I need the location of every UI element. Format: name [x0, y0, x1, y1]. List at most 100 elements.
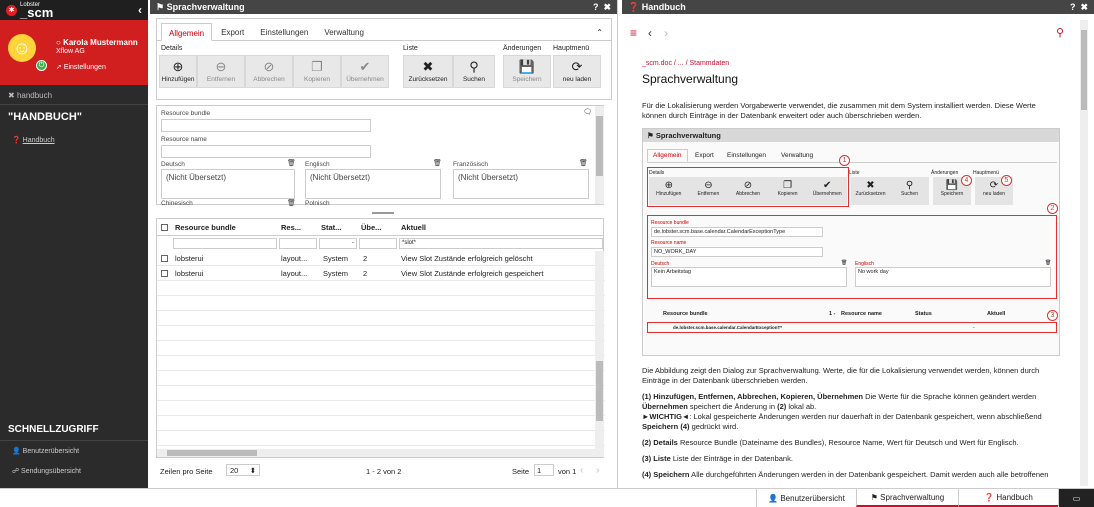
panel-title: Sprachverwaltung: [166, 1, 245, 12]
back-icon[interactable]: ‹: [648, 26, 652, 40]
filter-status[interactable]: -: [319, 238, 357, 249]
remove-button[interactable]: ⊖ Entfernen: [197, 55, 245, 88]
add-button[interactable]: ⊕ Hinzufügen: [159, 55, 197, 88]
resource-name-input[interactable]: [161, 145, 371, 158]
trash-icon[interactable]: 🗑: [579, 159, 588, 167]
flag-icon: ⚑: [647, 131, 656, 140]
polnisch-label: Polnisch: [305, 200, 330, 207]
chinesisch-label: Chinesisch: [161, 200, 193, 207]
form-scrollbar[interactable]: [595, 106, 604, 204]
englisch-textarea[interactable]: (Nicht Übersetzt): [305, 169, 441, 199]
filter-aktuell[interactable]: *slot*: [399, 238, 603, 249]
col-status[interactable]: Stat...: [321, 223, 341, 232]
table-row[interactable]: lobsterui layout... System 2 View Slot Z…: [157, 266, 605, 281]
deutsch-label: Deutsch: [161, 161, 185, 168]
desktop-icon[interactable]: ▭: [1058, 489, 1094, 507]
quick-item-sendung[interactable]: ☍ Sendungsübersicht: [12, 467, 81, 475]
page-input[interactable]: 1: [534, 464, 554, 476]
settings-link[interactable]: ➚ Einstellungen: [56, 63, 106, 71]
row-checkbox[interactable]: [161, 255, 168, 262]
rows-per-page-select[interactable]: 20 ⬍: [226, 464, 260, 476]
taskbar-tab-benutzer[interactable]: 👤 Benutzerübersicht: [756, 489, 856, 507]
help-icon[interactable]: ?: [593, 2, 599, 12]
sidebar-item-handbuch[interactable]: ❓ Handbuch: [12, 136, 55, 144]
panel-title: Handbuch: [641, 1, 686, 12]
row-range: 1 - 2 von 2: [366, 467, 402, 476]
filter-resource-name[interactable]: [279, 238, 317, 249]
close-icon[interactable]: ✖: [603, 2, 611, 12]
grid-scrollbar[interactable]: [595, 251, 604, 457]
avatar[interactable]: ☺: [8, 34, 36, 62]
grid-header: Resource bundle Res... Stat... Übe... Ak…: [157, 219, 603, 236]
tab-allgemein[interactable]: Allgemein: [161, 23, 213, 41]
splitter-handle[interactable]: [372, 212, 394, 214]
select-all-checkbox[interactable]: [161, 224, 168, 231]
tab-einstellungen[interactable]: Einstellungen: [253, 23, 315, 40]
arrow-right-icon: ➚: [56, 64, 64, 71]
plus-circle-icon: ⊕: [172, 59, 184, 74]
grid-hscrollbar[interactable]: [157, 449, 595, 457]
tab-export[interactable]: Export: [214, 23, 251, 40]
save-button[interactable]: 💾 Speichern: [503, 55, 551, 88]
pager: Zeilen pro Seite 20 ⬍ 1 - 2 von 2 Seite 1…: [156, 463, 604, 479]
help-icon: ❓: [12, 137, 23, 144]
sidebar-search[interactable]: ✖ handbuch: [8, 91, 52, 100]
binoculars-icon: ⚲: [469, 59, 479, 74]
marker-3: 3: [1047, 310, 1058, 321]
fig-grid-header: Resource bundle 1 - Resource name Status…: [663, 311, 1006, 317]
col-uebersetzt[interactable]: Übe...: [361, 223, 381, 232]
quick-access-title: SCHNELLZUGRIFF: [8, 424, 99, 435]
clear-icon[interactable]: ✖: [8, 91, 17, 100]
reload-button[interactable]: ⟳ neu laden: [553, 55, 601, 88]
trash-icon[interactable]: 🗑: [287, 199, 296, 207]
filter-resource-bundle[interactable]: [173, 238, 277, 249]
close-icon[interactable]: ✖: [1080, 2, 1088, 12]
cancel-button[interactable]: ⊘ Abbrechen: [245, 55, 293, 88]
copy-button[interactable]: ❐ Kopieren: [293, 55, 341, 88]
reset-button[interactable]: ✖ Zurücksetzen: [403, 55, 453, 88]
resource-bundle-input[interactable]: [161, 119, 371, 132]
table-row[interactable]: lobsterui layout... System 2 View Slot Z…: [157, 251, 605, 266]
next-page-icon[interactable]: ›: [596, 465, 599, 476]
tab-verwaltung[interactable]: Verwaltung: [317, 23, 371, 40]
panel-header: ⚑ Sprachverwaltung ? ✖: [150, 0, 617, 14]
franzoesisch-textarea[interactable]: (Nicht Übersetzt): [453, 169, 589, 199]
lobster-logo-icon: ✱: [6, 4, 17, 16]
search-icon[interactable]: ⚲: [1056, 26, 1064, 39]
col-aktuell[interactable]: Aktuell: [401, 223, 426, 232]
quick-item-benutzer[interactable]: 👤 Benutzerübersicht: [12, 447, 79, 455]
taskbar-tab-sprachverwaltung[interactable]: ⚑ Sprachverwaltung: [856, 489, 958, 507]
deutsch-textarea[interactable]: (Nicht Übersetzt): [161, 169, 295, 199]
power-icon[interactable]: ⏻: [36, 60, 47, 71]
col-resource-bundle[interactable]: Resource bundle: [175, 223, 236, 232]
handbuch-panel: ❓ Handbuch ? ✖ ≡ ‹ › ⚲ _scm.doc / ... / …: [622, 0, 1094, 488]
search-button[interactable]: ⚲ Suchen: [453, 55, 495, 88]
forward-icon[interactable]: ›: [664, 26, 668, 40]
col-resource-name[interactable]: Res...: [281, 223, 301, 232]
trash-icon[interactable]: 🗑: [433, 159, 442, 167]
help-icon[interactable]: ?: [1070, 2, 1076, 12]
collapse-sidebar-icon[interactable]: ‹: [138, 3, 142, 17]
tab-bar: Allgemein Export Einstellungen Verwaltun…: [157, 19, 611, 41]
marker-5: 5: [1001, 175, 1012, 186]
screenshot-figure: ⚑ Sprachverwaltung Allgemein Export Eins…: [642, 128, 1060, 356]
apply-button[interactable]: ✔ Übernehmen: [341, 55, 389, 88]
menu-icon[interactable]: ≡: [630, 26, 637, 40]
prev-page-icon[interactable]: ‹: [580, 465, 583, 476]
fig-tabs: Allgemein Export Einstellungen Verwaltun…: [647, 149, 1057, 163]
minus-circle-icon: ⊖: [215, 59, 227, 74]
collapse-toolbar-icon[interactable]: ⌃: [592, 23, 607, 40]
help-icon: ❓: [984, 492, 997, 502]
doc-scrollbar[interactable]: [1080, 20, 1088, 486]
filter-uebersetzt[interactable]: [359, 238, 397, 249]
row-checkbox[interactable]: [161, 270, 168, 277]
divider: [0, 440, 148, 441]
details-form: Resource bundle Resource name Deutsch 🗑 …: [156, 105, 604, 207]
comment-icon[interactable]: 🗨: [583, 108, 592, 116]
trash-icon[interactable]: 🗑: [287, 159, 296, 167]
breadcrumb[interactable]: _scm.doc / ... / Stammdaten: [642, 60, 729, 67]
save-icon: 💾: [518, 59, 536, 74]
user-card: ☺ ⏻ ○ Karola Mustermann Xflow AG ➚ Einst…: [0, 20, 148, 85]
marker-4: 4: [961, 175, 972, 186]
taskbar-tab-handbuch[interactable]: ❓ Handbuch: [958, 489, 1058, 507]
